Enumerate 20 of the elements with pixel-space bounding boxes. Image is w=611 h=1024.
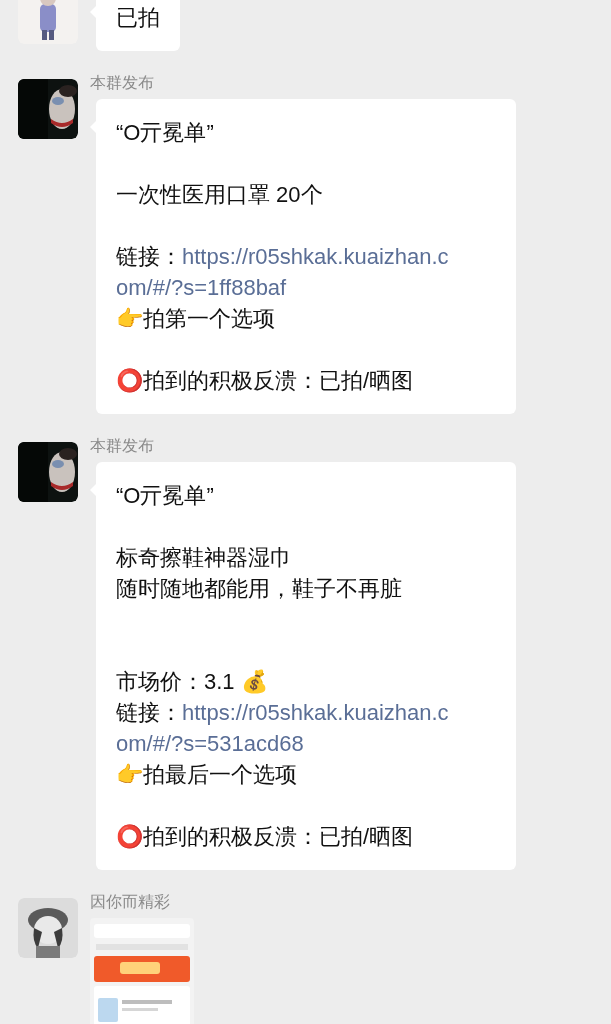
message-text: 已拍 [116,4,160,32]
message-text: ⭕拍到的积极反溃：已拍/晒图 [116,823,415,851]
sender-name: 本群发布 [90,436,155,456]
message-text: 👉拍最后一个选项 [116,761,298,789]
message-text: “O亓冕单” [116,119,215,147]
sender-name: 本群发布 [90,73,155,93]
link-label: 链接： [116,700,182,725]
link[interactable]: om/#/?s=1ff88baf [116,275,287,300]
link[interactable]: https://r05shkak.kuaizhan.c [182,700,449,725]
message-text: 👉拍第一个选项 [116,305,276,333]
link[interactable]: om/#/?s=531acd68 [116,731,304,756]
message-text: 随时随地都能用，鞋子不再脏 [116,575,403,603]
link-label: 链接： [116,244,182,269]
message-text: 市场价：3.1 💰 [116,668,269,696]
message-text: 标奇擦鞋神器湿巾 [116,544,293,572]
link[interactable]: https://r05shkak.kuaizhan.c [182,244,449,269]
message-text: “O亓冕单” [116,482,215,510]
message-text: ⭕拍到的积极反溃：已拍/晒图 [116,367,415,395]
message-text: 一次性医用口罩 20个 [116,181,324,209]
sender-name: 因你而精彩 [90,892,171,912]
